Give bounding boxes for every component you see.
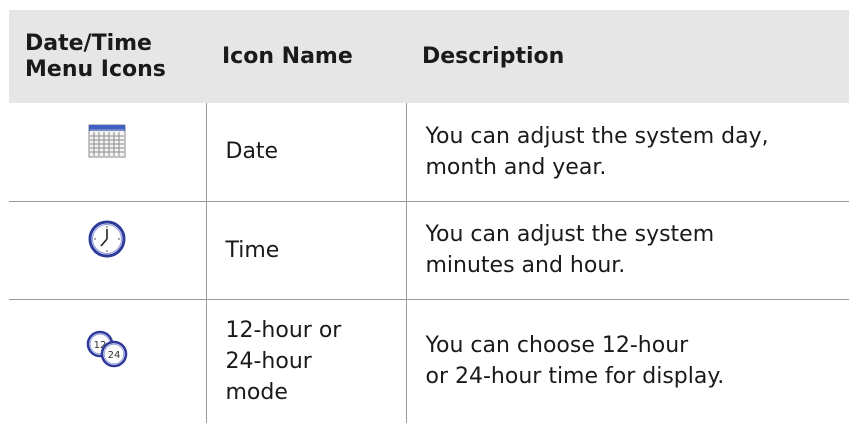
description-cell: You can adjust the system minutes and ho…	[406, 200, 849, 299]
table-row: 12 24 12-hour or 24-hour mode You can ch…	[9, 298, 849, 423]
header-icon-name-column: Icon Name	[222, 43, 353, 69]
icon-cell: 12 24	[9, 298, 206, 423]
icon-name-cell: Time	[205, 200, 407, 299]
icon-cell	[9, 103, 206, 201]
description-line: You can adjust the system day,	[425, 123, 769, 149]
description-cell: You can adjust the system day, month and…	[406, 103, 849, 201]
header-icons-column: Date/Time Menu Icons	[9, 10, 206, 103]
description-line: month and year.	[425, 154, 607, 180]
table-header-row: Date/Time Menu Icons Icon Name Descripti…	[9, 10, 849, 103]
icon-name-cell: 12-hour or 24-hour mode	[205, 298, 407, 423]
icon-name-time: Time	[225, 237, 280, 263]
header-icons-line1: Date/Time	[25, 30, 152, 56]
description-cell: You can choose 12-hour or 24-hour time f…	[406, 298, 849, 423]
date-time-menu-icons-table: Date/Time Menu Icons Icon Name Descripti…	[9, 10, 849, 423]
12-24-clock-icon: 12 24	[86, 330, 128, 368]
description-line: You can adjust the system	[425, 222, 715, 247]
icon-label-24: 24	[108, 350, 121, 361]
header-icons-line2: Menu Icons	[25, 56, 166, 82]
icon-name-cell: Date	[205, 103, 407, 201]
header-description-column: Description	[422, 43, 565, 69]
table-row: Time You can adjust the system minutes a…	[9, 200, 849, 299]
icon-name-line: 12-hour or	[225, 317, 342, 343]
clock-icon	[88, 220, 126, 258]
calendar-icon	[88, 124, 126, 158]
icon-name-line: mode	[225, 379, 288, 405]
icon-name-date: Date	[225, 139, 279, 165]
icon-cell	[9, 200, 206, 299]
description-line: minutes and hour.	[425, 253, 626, 278]
table-row: Date You can adjust the system day, mont…	[9, 103, 849, 201]
icon-name-line: 24-hour	[225, 348, 312, 374]
description-line: You can choose 12-hour	[425, 333, 689, 359]
description-line: or 24-hour time for display.	[425, 364, 725, 390]
